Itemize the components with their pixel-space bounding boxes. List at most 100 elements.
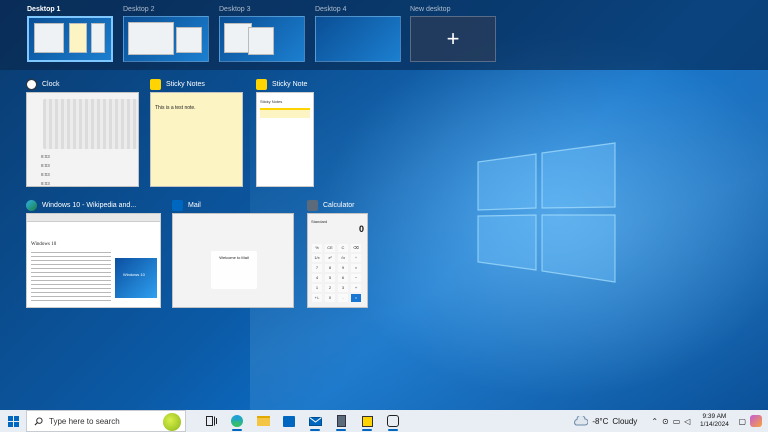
calc-key: = (351, 294, 361, 302)
calc-key: √x (338, 254, 348, 262)
taskbar-mail[interactable] (302, 410, 328, 432)
calc-key: 8 (325, 264, 335, 272)
taskbar-store[interactable] (276, 410, 302, 432)
clock-row: 8:03 (41, 172, 50, 177)
window-title: Windows 10 - Wikipedia and... (42, 201, 137, 209)
calc-key: ÷ (351, 254, 361, 262)
window-mail[interactable]: Mail Welcome to Mail (172, 197, 294, 308)
search-highlight-icon (163, 413, 181, 431)
window-title-bar: Sticky Note (256, 76, 314, 92)
search-placeholder: Type here to search (49, 416, 120, 426)
sticky-notes-app-icon (150, 78, 161, 90)
desktop-thumbnail[interactable] (123, 16, 209, 62)
window-title: Clock (42, 80, 60, 88)
start-button[interactable] (0, 410, 26, 432)
clock-icon (387, 415, 399, 427)
taskbar: Type here to search -8°C Cloudy ⌃ ⊙ ▭ ◁ … (0, 410, 768, 432)
calc-key: 2 (325, 284, 335, 292)
calc-key: 0 (325, 294, 335, 302)
volume-icon[interactable]: ◁ (684, 417, 690, 426)
calc-key: . (338, 294, 348, 302)
taskbar-clock-display[interactable]: 9:39 AM 1/14/2024 (694, 413, 734, 429)
windows-start-icon (7, 415, 19, 427)
new-desktop-tile[interactable]: + (410, 16, 496, 62)
calculator-app-icon (307, 199, 318, 211)
desktop-label: Desktop 3 (219, 6, 251, 13)
chevron-up-icon[interactable]: ⌃ (651, 417, 658, 426)
browser-toolbar (27, 214, 160, 222)
clock-date: 1/14/2024 (699, 421, 729, 428)
window-sticky-note-list[interactable]: Sticky Note Sticky Notes (256, 76, 314, 187)
edge-app-icon (26, 199, 37, 211)
desktop-2[interactable]: Desktop 2 (123, 4, 209, 66)
desktop-thumbnail[interactable] (219, 16, 305, 62)
window-title-bar: Mail (172, 197, 294, 213)
calc-key: +/- (312, 294, 322, 302)
desktop-1[interactable]: Desktop 1 (27, 4, 113, 66)
window-title-bar: Calculator (307, 197, 368, 213)
article-image: Windows 10 (115, 258, 157, 298)
taskbar-search-box[interactable]: Type here to search (26, 410, 186, 432)
store-icon (283, 415, 295, 427)
taskbar-sticky-notes[interactable] (354, 410, 380, 432)
note-item (260, 108, 310, 118)
taskbar-calculator[interactable] (328, 410, 354, 432)
window-thumbnail[interactable]: Welcome to Mail (172, 213, 294, 308)
clock-app-icon (26, 78, 37, 90)
notifications-icon[interactable]: ▢ (738, 417, 746, 426)
sticky-notes-icon (361, 415, 373, 427)
window-edge-browser[interactable]: Windows 10 - Wikipedia and... Windows 10… (26, 197, 161, 308)
calc-key: + (351, 284, 361, 292)
welcome-text: Welcome to Mail (219, 255, 249, 260)
window-thumbnail[interactable]: Standard 0 % CE C ⌫ 1/x x² √x ÷ 7 8 9 × 4 5 6−1 2 3 + +/- 0… (307, 213, 368, 308)
windows-logo-wallpaper (477, 142, 616, 283)
taskbar-clock[interactable] (380, 410, 406, 432)
search-icon (34, 416, 43, 425)
weather-condition[interactable]: Cloudy (612, 417, 637, 426)
calc-key: 9 (338, 264, 348, 272)
weather-temp[interactable]: -8°C (592, 417, 608, 426)
window-title-bar: Clock (26, 76, 139, 92)
window-title: Sticky Note (272, 80, 308, 88)
clock-row: 8:03 (41, 181, 50, 186)
desktop-thumbnail[interactable] (27, 16, 113, 62)
system-tray: -8°C Cloudy ⌃ ⊙ ▭ ◁ 9:39 AM 1/14/2024 ▢ (572, 410, 768, 432)
calc-key: % (312, 244, 322, 252)
window-title: Mail (188, 201, 201, 209)
meet-now-icon[interactable]: ⊙ (662, 417, 669, 426)
window-thumbnail[interactable]: This is a test note. (150, 92, 243, 187)
calc-key: 4 (312, 274, 322, 282)
taskbar-edge[interactable] (224, 410, 250, 432)
sticky-list-header: Sticky Notes (260, 99, 283, 104)
calculator-icon (336, 415, 346, 427)
new-desktop-label: New desktop (410, 6, 451, 13)
clock-row: 8:03 (41, 163, 50, 168)
desktop-4[interactable]: Desktop 4 (315, 4, 401, 66)
image-caption: Windows 10 (123, 272, 145, 277)
window-thumbnail[interactable]: 8:03 8:03 8:03 8:03 (26, 92, 139, 187)
calc-key: 7 (312, 264, 322, 272)
window-thumbnail[interactable]: Sticky Notes (256, 92, 314, 187)
taskbar-file-explorer[interactable] (250, 410, 276, 432)
page-heading: Windows 10 (31, 242, 57, 247)
calc-key: 3 (338, 284, 348, 292)
cloud-icon[interactable] (572, 416, 589, 426)
calc-key: ⌫ (351, 244, 361, 252)
window-thumbnail[interactable]: Windows 10 Windows 10 (26, 213, 161, 308)
mail-app-icon (172, 199, 183, 211)
new-desktop-button[interactable]: New desktop + (410, 4, 496, 66)
calc-key: 1 (312, 284, 322, 292)
clock-time: 9:39 AM (702, 413, 727, 420)
window-title-bar: Sticky Notes (150, 76, 243, 92)
window-sticky-notes[interactable]: Sticky Notes This is a test note. (150, 76, 243, 187)
world-map (43, 99, 138, 149)
virtual-desktops-bar: Desktop 1 Desktop 2 Desktop 3 Desktop 4 … (0, 0, 768, 70)
calc-key: 6 (338, 274, 348, 282)
desktop-3[interactable]: Desktop 3 (219, 4, 305, 66)
desktop-thumbnail[interactable] (315, 16, 401, 62)
task-view-button[interactable] (198, 410, 224, 432)
window-calculator[interactable]: Calculator Standard 0 % CE C ⌫ 1/x x² √x ÷ 7 8 9 × 4… (307, 197, 368, 308)
copilot-icon[interactable] (750, 415, 762, 427)
network-icon[interactable]: ▭ (673, 417, 681, 426)
window-clock[interactable]: Clock 8:03 8:03 8:03 8:03 (26, 76, 139, 187)
